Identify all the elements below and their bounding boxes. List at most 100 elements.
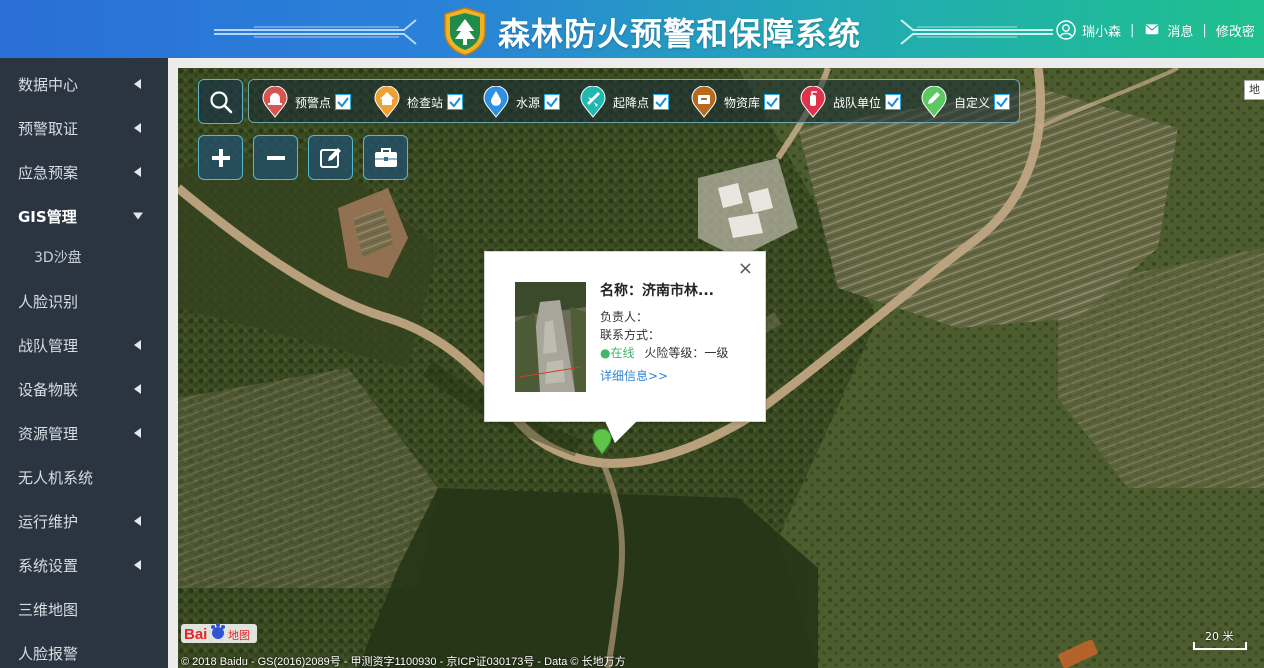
plus-icon	[211, 148, 230, 167]
house-icon	[374, 86, 400, 118]
check-icon	[887, 97, 899, 108]
layer-checkbox[interactable]	[447, 94, 464, 110]
check-icon	[655, 97, 667, 108]
sidebar-item-label: 人脸识别	[18, 292, 79, 311]
edit-button[interactable]	[308, 135, 353, 180]
sidebar-item-data-center[interactable]: 数据中心	[0, 62, 168, 106]
layer-checkbox[interactable]	[885, 94, 902, 110]
zoom-out-button[interactable]	[253, 135, 298, 180]
sidebar-item-device-iot[interactable]: 设备物联	[0, 367, 168, 411]
satellite-map[interactable]: 预警点 检查站 水源 起降点 物资库 战队单位 自定义 × 名称：济南市林...…	[178, 68, 1264, 668]
layer-toggle-team-unit[interactable]: 战队单位	[799, 80, 902, 124]
app-header: 森林防火预警和保障系统 瑞小森 | 消息 | 修改密	[0, 0, 1264, 58]
check-icon	[337, 97, 349, 108]
sidebar-subitem-label: 3D沙盘	[34, 250, 82, 266]
map-scale: 20 米	[1193, 628, 1247, 652]
header-right-decoration	[900, 19, 1053, 45]
map-type-button[interactable]: 地	[1244, 80, 1264, 100]
scale-bar	[1193, 642, 1247, 650]
baidu-text: Bai	[184, 626, 207, 643]
detail-link[interactable]: 详细信息>>	[600, 367, 668, 385]
sidebar-item-face-recognition[interactable]: 人脸识别	[0, 279, 168, 323]
pencil-icon	[921, 86, 947, 118]
sidebar-item-team-management[interactable]: 战队管理	[0, 323, 168, 367]
baidu-logo: Bai 地图	[181, 621, 257, 645]
layer-checkbox[interactable]	[335, 94, 352, 110]
check-icon	[546, 97, 558, 108]
sidebar-item-system-settings[interactable]: 系统设置	[0, 543, 168, 587]
layer-checkbox[interactable]	[653, 94, 670, 110]
layer-checkbox[interactable]	[544, 94, 561, 110]
expand-arrow-icon	[134, 384, 141, 394]
sidebar-item-warning-evidence[interactable]: 预警取证	[0, 106, 168, 150]
map-copyright: © 2018 Baidu - GS(2016)2089号 - 甲测资字11009…	[181, 656, 626, 668]
sidebar-item-3d-map[interactable]: 三维地图	[0, 587, 168, 631]
road-label-icon	[1058, 640, 1098, 668]
expand-arrow-icon	[134, 79, 141, 89]
layer-label: 自定义	[954, 95, 991, 110]
sidebar-item-label: 运行维护	[18, 512, 79, 531]
user-area: 瑞小森 | 消息 | 修改密	[1056, 19, 1255, 41]
layer-label: 物资库	[724, 95, 761, 110]
sidebar-item-label: 设备物联	[18, 380, 79, 399]
baidu-map-text: 地图	[228, 629, 250, 642]
sidebar-item-resource-management[interactable]: 资源管理	[0, 411, 168, 455]
header-left-decoration	[214, 19, 417, 45]
sidebar-item-face-alarm[interactable]: 人脸报警	[0, 631, 168, 668]
check-icon	[766, 97, 778, 108]
water-drop-icon	[483, 86, 509, 118]
layer-label: 水源	[516, 95, 541, 110]
box-icon	[691, 86, 717, 118]
expand-arrow-icon	[134, 340, 141, 350]
baidu-paw-icon: Bai 地图	[181, 623, 257, 643]
layer-toggle-warning-point[interactable]: 预警点	[261, 80, 352, 124]
expand-arrow-icon	[134, 167, 141, 177]
sidebar-item-operations[interactable]: 运行维护	[0, 499, 168, 543]
layer-checkbox[interactable]	[764, 94, 781, 110]
expand-arrow-icon	[134, 560, 141, 570]
sidebar-item-label: 人脸报警	[18, 644, 79, 663]
sidebar-item-emergency-plan[interactable]: 应急预案	[0, 150, 168, 194]
layer-toggle-landing-point[interactable]: 起降点	[579, 80, 670, 124]
sidebar-item-label: 系统设置	[18, 556, 79, 575]
sidebar-item-label: 无人机系统	[18, 468, 94, 487]
search-icon	[209, 90, 232, 113]
location-info-popup: × 名称：济南市林... 负责人： 联系方式： ●在线 火险等级：一级 详细信息…	[484, 251, 766, 422]
sidebar-item-label: 三维地图	[18, 600, 79, 619]
check-icon	[449, 97, 461, 108]
sidebar-item-gis[interactable]: GIS管理	[0, 194, 168, 238]
sidebar-item-label: GIS管理	[18, 207, 77, 226]
check-icon	[996, 97, 1008, 108]
forest-fire-logo-icon	[444, 7, 486, 56]
change-password-link[interactable]: 修改密	[1216, 21, 1255, 40]
user-icon	[1056, 20, 1076, 40]
sidebar-item-label: 应急预案	[18, 163, 79, 182]
map-marker-icon[interactable]	[591, 429, 613, 455]
zoom-in-button[interactable]	[198, 135, 243, 180]
messages-link[interactable]: 消息	[1167, 21, 1193, 40]
layer-checkbox[interactable]	[994, 94, 1011, 110]
plane-icon	[580, 86, 606, 118]
sidebar-item-label: 战队管理	[18, 336, 79, 355]
user-name[interactable]: 瑞小森	[1082, 21, 1121, 40]
layer-toggle-custom[interactable]: 自定义	[920, 80, 1011, 124]
sidebar-item-label: 预警取证	[18, 119, 79, 138]
close-icon[interactable]: ×	[738, 260, 753, 278]
layer-toggle-checkpoint[interactable]: 检查站	[373, 80, 464, 124]
sidebar-subitem-3d-sandbox[interactable]: 3D沙盘	[0, 237, 168, 277]
map-search-button[interactable]	[198, 79, 243, 124]
sidebar-item-drone-system[interactable]: 无人机系统	[0, 455, 168, 499]
mail-icon	[1146, 24, 1159, 35]
layer-label: 战队单位	[833, 95, 882, 110]
layer-toggle-water-source[interactable]: 水源	[482, 80, 561, 124]
contact-label: 联系方式：	[600, 328, 661, 342]
sidebar-item-label: 资源管理	[18, 424, 79, 443]
status-badge: ●在线	[600, 346, 635, 360]
location-photo[interactable]	[515, 282, 586, 392]
app-title: 森林防火预警和保障系统	[498, 15, 862, 53]
toolbox-button[interactable]	[363, 135, 408, 180]
layer-toggle-supply-depot[interactable]: 物资库	[690, 80, 781, 124]
header-separator: |	[1130, 22, 1135, 38]
header-separator: |	[1202, 22, 1207, 38]
alarm-icon	[262, 86, 288, 118]
